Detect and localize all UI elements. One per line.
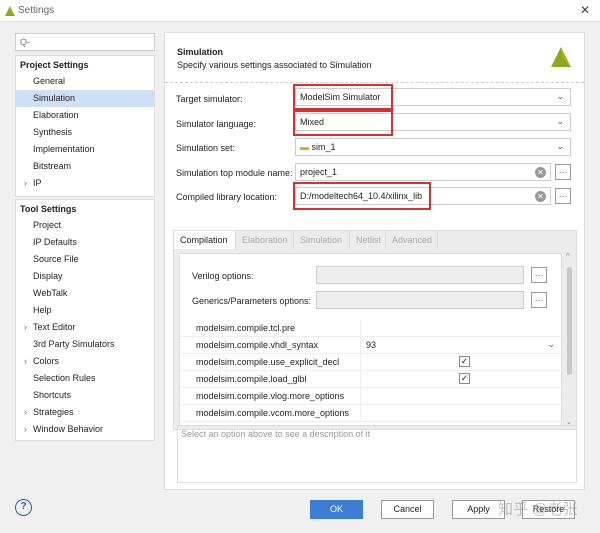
help-button[interactable]: ?	[15, 499, 32, 516]
chevron-down-icon: ⌄	[556, 141, 564, 151]
browse-top-module-button[interactable]: …	[555, 164, 571, 180]
tree-header: Project Settings	[20, 60, 89, 70]
tree-item[interactable]: IP Defaults	[16, 234, 154, 251]
tree-item[interactable]: Implementation	[16, 141, 154, 158]
tab-advanced[interactable]: Advanced	[386, 231, 438, 249]
target-simulator-select[interactable]: ModelSim Simulator ⌄	[293, 84, 571, 110]
option-row[interactable]: modelsim.compile.tcl.pre	[180, 320, 563, 337]
tab-netlist[interactable]: Netlist	[350, 231, 386, 249]
tree-item[interactable]: Help	[16, 302, 154, 319]
title-bar: Settings ✕	[0, 0, 600, 22]
browse-library-button[interactable]: …	[555, 188, 571, 204]
tree-item[interactable]: › Colors	[16, 353, 154, 370]
panel-title: Simulation	[177, 47, 224, 57]
tree-item[interactable]: Project	[16, 217, 154, 234]
chevron-down-icon[interactable]: ⌄	[547, 339, 555, 350]
tree-item[interactable]: › Strategies	[16, 404, 154, 421]
verilog-options-label: Verilog options:	[192, 271, 254, 281]
tab-simulation[interactable]: Simulation	[294, 231, 350, 249]
tree-item[interactable]: 3rd Party Simulators	[16, 336, 154, 353]
checkbox[interactable]: ✓	[459, 356, 470, 367]
option-row[interactable]: modelsim.compile.vcom.more_options	[180, 405, 563, 422]
close-icon[interactable]: ✕	[580, 3, 590, 17]
top-module-input[interactable]: project_1 ✕	[295, 163, 551, 181]
simulator-language-label: Simulator language:	[176, 119, 257, 129]
tree-item[interactable]: Display	[16, 268, 154, 285]
verilog-options-input[interactable]	[316, 266, 524, 284]
option-row[interactable]: modelsim.compile.vlog.more_options	[180, 388, 563, 405]
clear-icon: ✕	[535, 191, 546, 202]
verilog-options-browse-button[interactable]: …	[531, 267, 547, 283]
tree-item[interactable]: General	[16, 73, 154, 90]
generics-options-browse-button[interactable]: …	[531, 292, 547, 308]
simulation-set-label: Simulation set:	[176, 143, 236, 153]
project-settings-tree: Project Settings General Simulation Elabora…	[15, 55, 155, 197]
chevron-down-icon: ⌄	[556, 116, 564, 126]
tree-item[interactable]: Source File	[16, 251, 154, 268]
chevron-right-icon[interactable]: ›	[24, 356, 27, 366]
tab-elaboration[interactable]: Elaboration	[236, 231, 294, 249]
description-box: Select an option above to see a descript…	[177, 425, 577, 483]
folder-icon: ▬	[300, 142, 312, 152]
simulation-panel: Simulation Specify various settings assoc…	[164, 32, 585, 490]
tree-item[interactable]: Synthesis	[16, 124, 154, 141]
tree-item[interactable]: Selection Rules	[16, 370, 154, 387]
search-icon: Q-	[20, 37, 30, 47]
ok-button[interactable]: OK	[310, 500, 363, 519]
window-title: Settings	[18, 5, 55, 16]
tree-item[interactable]: WebTalk	[16, 285, 154, 302]
tree-item[interactable]: Shortcuts	[16, 387, 154, 404]
simulator-language-select[interactable]: Mixed ⌄	[293, 110, 571, 136]
options-tabs: Compilation Elaboration Simulation Netlist A…	[173, 230, 577, 430]
generics-options-input[interactable]	[316, 291, 524, 309]
vivado-logo-icon	[551, 47, 571, 67]
chevron-right-icon[interactable]: ›	[24, 178, 27, 188]
compiled-library-input[interactable]: D:/modeltech64_10.4/xilinx_lib ✕	[293, 182, 551, 210]
top-module-label: Simulation top module name:	[176, 168, 293, 178]
chevron-right-icon[interactable]: ›	[24, 407, 27, 417]
compiled-library-label: Compiled library location:	[176, 192, 278, 202]
generics-options-label: Generics/Parameters options:	[192, 296, 312, 306]
tree-item[interactable]: Simulation	[16, 90, 154, 107]
chevron-down-icon: ⌄	[556, 91, 564, 101]
checkbox[interactable]: ✓	[459, 373, 470, 384]
tree-item[interactable]: Bitstream	[16, 158, 154, 175]
scrollbar[interactable]: ^ ⌄	[565, 253, 574, 426]
tool-settings-tree: Tool Settings Project IP Defaults Source Fi…	[15, 199, 155, 441]
tree-item[interactable]: › Text Editor	[16, 319, 154, 336]
watermark: 知乎 @老张	[498, 501, 578, 518]
compilation-options: Verilog options: … Generics/Parameters o…	[179, 253, 563, 426]
chevron-right-icon[interactable]: ›	[24, 424, 27, 434]
tree-header: Tool Settings	[20, 204, 77, 214]
divider	[165, 82, 584, 83]
target-simulator-label: Target simulator:	[176, 94, 243, 104]
settings-search-input[interactable]: Q-	[15, 33, 155, 51]
tab-compilation[interactable]: Compilation	[174, 231, 236, 249]
option-row[interactable]: modelsim.compile.load_glbl ✓	[180, 371, 563, 388]
chevron-right-icon[interactable]: ›	[24, 322, 27, 332]
vivado-logo-icon	[5, 6, 15, 16]
simulation-set-select[interactable]: ▬ sim_1 ⌄	[295, 138, 571, 156]
tree-item[interactable]: › Window Behavior	[16, 421, 154, 438]
option-row[interactable]: modelsim.compile.vhdl_syntax 93 ⌄	[180, 337, 563, 354]
clear-icon: ✕	[535, 167, 546, 178]
cancel-button[interactable]: Cancel	[381, 500, 434, 519]
tree-item[interactable]: Elaboration	[16, 107, 154, 124]
option-row[interactable]: modelsim.compile.use_explicit_decl ✓	[180, 354, 563, 371]
panel-subtitle: Specify various settings associated to S…	[177, 60, 372, 70]
tree-item[interactable]: › IP	[16, 175, 154, 192]
